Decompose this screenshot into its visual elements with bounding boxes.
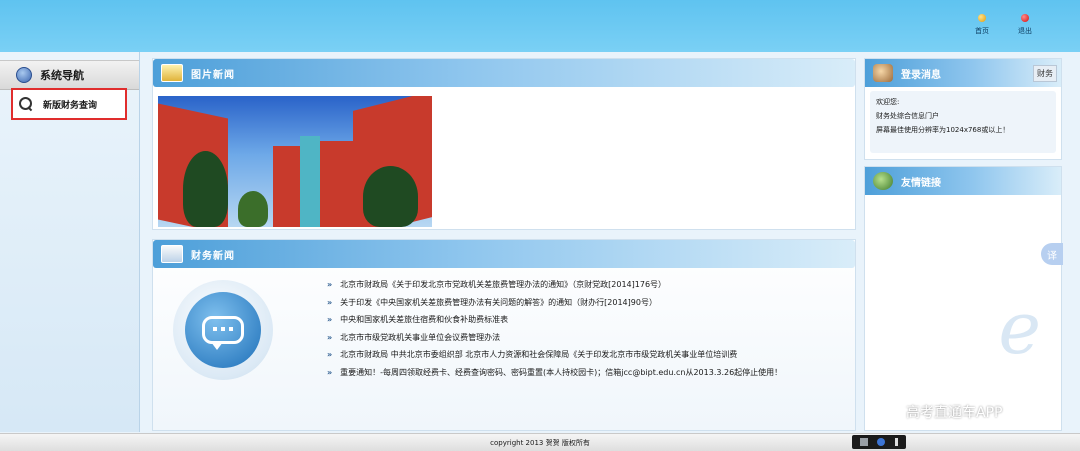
footer: copyright 2013 贺贺 版权所有 — [0, 433, 1080, 451]
campus-photo[interactable] — [158, 96, 432, 227]
top-header: 首页 退出 — [0, 0, 1080, 52]
keyboard-icon[interactable] — [859, 438, 868, 446]
help-icon[interactable] — [877, 438, 886, 446]
list-item[interactable]: » 北京市市级党政机关事业单位会议费管理办法 — [327, 329, 857, 347]
finance-news-header: 财务新闻 — [153, 240, 855, 268]
nav-home-label: 首页 — [975, 27, 989, 35]
picture-icon — [161, 64, 183, 82]
chat-bubble-icon — [173, 280, 273, 380]
picture-news-title: 图片新闻 — [191, 69, 235, 81]
translate-button[interactable]: 译 — [1041, 243, 1063, 265]
sidebar-item-finance-query[interactable]: 新版财务查询 — [11, 88, 127, 120]
list-item[interactable]: » 重要通知！-每周四领取经费卡、经费查询密码、密码重置(本人持校园卡)；信箱jc… — [327, 364, 857, 382]
copyright-text: copyright 2013 贺贺 版权所有 — [490, 438, 590, 447]
nav-exit-label: 退出 — [1018, 27, 1032, 35]
tray-menu-icon[interactable] — [895, 438, 899, 446]
list-item[interactable]: » 北京市财政局《关于印发北京市党政机关差旅费管理办法的通知》（京财党政[2014… — [327, 276, 857, 294]
resolution-hint-text: 屏幕最佳使用分辨率为1024x768或以上！ — [876, 126, 1010, 134]
nav-exit-button[interactable]: 退出 — [1018, 14, 1032, 36]
globe-icon — [16, 67, 32, 83]
portal-name-text: 财务处综合信息门户 — [876, 112, 939, 120]
finance-news-title: 财务新闻 — [191, 250, 235, 262]
welcome-text: 欢迎您: — [876, 98, 900, 106]
finance-news-panel: 财务新闻 » 北京市财政局《关于印发北京市党政机关差旅费管理办法的通知》（京财党政… — [152, 239, 856, 431]
double-arrow-icon: » — [327, 280, 333, 290]
list-item[interactable]: » 北京市财政局 中共北京市委组织部 北京市人力资源和社会保障局《关于印发北京市市… — [327, 346, 857, 364]
login-message-header: 登录消息 财务 — [865, 59, 1061, 87]
book-icon — [161, 245, 183, 263]
list-item[interactable]: » 中央和国家机关差旅住宿费和伙食补助费标准表 — [327, 311, 857, 329]
globe-link-icon — [873, 172, 893, 190]
search-icon — [19, 97, 33, 111]
sidebar: 系统导航 新版财务查询 — [0, 52, 140, 432]
users-icon — [873, 64, 893, 82]
double-arrow-icon: » — [327, 297, 333, 307]
main-content: 图片新闻 财务新闻 » 北京市财政局《关于印发北京市党政机关差旅费管理办法的通知》… — [152, 58, 856, 431]
login-message-panel: 登录消息 财务 欢迎您: 财务处综合信息门户 屏幕最佳使用分辨率为1024x76… — [864, 58, 1062, 160]
friend-links-title: 友情链接 — [901, 177, 941, 189]
picture-news-header: 图片新闻 — [153, 59, 855, 87]
list-item[interactable]: » 关于印发《中央国家机关差旅费管理办法有关问题的解答》的通知（财办行[2014]… — [327, 294, 857, 312]
double-arrow-icon: » — [327, 367, 333, 377]
double-arrow-icon: » — [327, 332, 333, 342]
login-message-title: 登录消息 — [901, 69, 941, 81]
system-tray[interactable] — [852, 435, 906, 449]
nav-home-button[interactable]: 首页 — [975, 14, 989, 36]
picture-news-panel: 图片新闻 — [152, 58, 856, 230]
finance-news-list: » 北京市财政局《关于印发北京市党政机关差旅费管理办法的通知》（京财党政[2014… — [327, 276, 857, 381]
sidebar-header: 系统导航 — [0, 60, 139, 90]
ie-logo-icon: e — [998, 286, 1041, 370]
login-message-body: 欢迎您: 财务处综合信息门户 屏幕最佳使用分辨率为1024x768或以上！ — [870, 91, 1056, 153]
friend-links-header: 友情链接 — [865, 167, 1061, 195]
double-arrow-icon: » — [327, 350, 333, 360]
double-arrow-icon: » — [327, 315, 333, 325]
sidebar-item-label: 新版财务查询 — [43, 100, 98, 111]
friend-links-panel: 友情链接 e — [864, 166, 1062, 431]
watermark-text: 高考直通车APP — [906, 405, 1003, 421]
sidebar-title: 系统导航 — [40, 69, 84, 82]
exit-dot-icon — [1021, 14, 1029, 22]
finance-tab[interactable]: 财务 — [1033, 64, 1057, 82]
home-dot-icon — [978, 14, 986, 22]
